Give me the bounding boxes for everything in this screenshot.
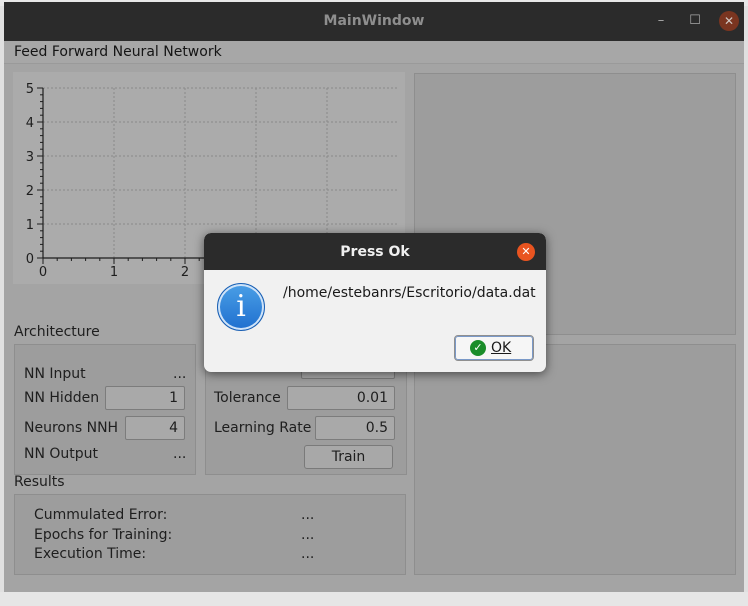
epochs-training-value: ... (301, 527, 315, 543)
close-button[interactable]: ✕ (719, 11, 739, 31)
x-tick-label: 2 (181, 265, 189, 280)
desktop-background-bottom (0, 592, 748, 606)
architecture-heading: Architecture (14, 324, 100, 340)
learning-rate-input[interactable]: 0.5 (315, 416, 395, 440)
y-tick-label: 2 (26, 184, 34, 199)
dialog-close-icon[interactable]: ✕ (517, 243, 535, 261)
y-tick-label: 3 (26, 150, 34, 165)
main-window-titlebar: MainWindow – ☐ ✕ (4, 2, 744, 41)
epochs-training-label: Epochs for Training: (34, 527, 173, 543)
dialog-titlebar: Press Ok (204, 233, 546, 270)
y-tick-label: 4 (26, 116, 34, 131)
execution-time-value: ... (301, 546, 315, 562)
train-button[interactable]: Train (304, 445, 393, 469)
nn-output-value: ... (173, 446, 187, 462)
results-panel: Cummulated Error: ... Epochs for Trainin… (14, 494, 406, 575)
results-heading: Results (14, 474, 65, 490)
ok-button[interactable]: ✓ OK (454, 335, 534, 361)
ok-button-label: OK (491, 340, 512, 356)
neurons-nnh-label: Neurons NNH (24, 420, 119, 436)
y-tick-label: 5 (26, 82, 34, 97)
desktop-background-right (744, 6, 748, 596)
neurons-nnh-spinbox[interactable]: 4 (125, 416, 185, 440)
press-ok-dialog: Press Ok ✕ i /home/estebanrs/Escritorio/… (204, 233, 546, 372)
menubar: Feed Forward Neural Network (4, 41, 744, 64)
execution-time-label: Execution Time: (34, 546, 147, 562)
dialog-title: Press Ok (340, 244, 410, 260)
nn-input-label: NN Input (24, 366, 86, 382)
right-bottom-panel (414, 344, 736, 575)
x-tick-label: 1 (110, 265, 118, 280)
tolerance-input[interactable]: 0.01 (287, 386, 395, 410)
main-window-title: MainWindow (323, 13, 425, 29)
nn-hidden-label: NN Hidden (24, 390, 100, 406)
tolerance-label: Tolerance (214, 390, 281, 406)
menubar-title: Feed Forward Neural Network (14, 44, 222, 60)
dialog-message: /home/estebanrs/Escritorio/data.dat (283, 285, 536, 301)
minimize-button[interactable]: – (651, 11, 671, 31)
checkmark-icon: ✓ (470, 340, 486, 356)
cumulated-error-label: Cummulated Error: (34, 507, 168, 523)
architecture-panel: NN Input ... NN Hidden 1 Neurons NNH 4 N… (14, 344, 196, 475)
y-tick-label: 1 (26, 218, 34, 233)
x-tick-label: 0 (39, 265, 47, 280)
info-icon: i (217, 283, 265, 331)
nn-input-value: ... (173, 366, 187, 382)
cumulated-error-value: ... (301, 507, 315, 523)
y-tick-label: 0 (26, 252, 34, 267)
maximize-button[interactable]: ☐ (685, 11, 705, 31)
nn-hidden-spinbox[interactable]: 1 (105, 386, 185, 410)
learning-rate-label: Learning Rate (214, 420, 312, 436)
nn-output-label: NN Output (24, 446, 99, 462)
